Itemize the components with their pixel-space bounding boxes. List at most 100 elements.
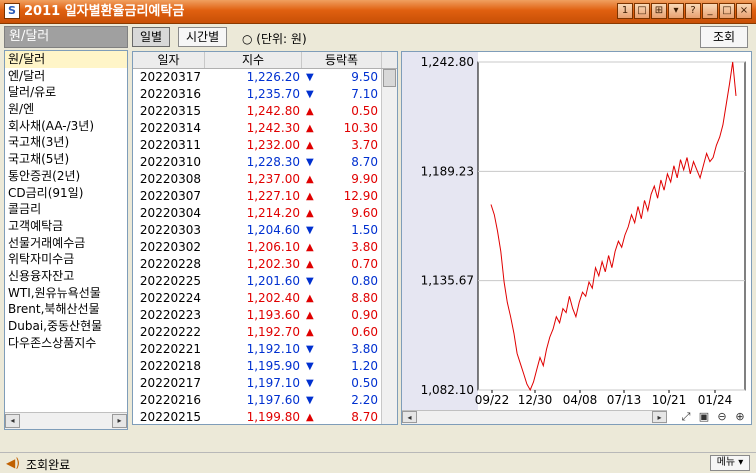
- save-icon[interactable]: ▣: [697, 411, 711, 423]
- category-item[interactable]: 다우존스상품지수: [5, 335, 127, 352]
- category-item[interactable]: 회사채(AA-/3년): [5, 118, 127, 135]
- cell-change: ▲ 10.30: [302, 120, 382, 137]
- category-item[interactable]: Brent,북해산선물: [5, 301, 127, 318]
- window-number-button[interactable]: 1: [617, 3, 633, 19]
- chart-scrollbar[interactable]: ◂ ▸: [402, 410, 667, 424]
- table-row[interactable]: 20220217 1,197.10 ▼ 0.50: [133, 375, 397, 392]
- cell-date: 20220310: [139, 155, 201, 169]
- table-row[interactable]: 20220310 1,228.30 ▼ 8.70: [133, 154, 397, 171]
- change-value: 10.30: [343, 121, 378, 135]
- cell-change: ▲ 0.50: [302, 103, 382, 120]
- down-triangle-icon: ▼: [306, 157, 314, 168]
- up-triangle-icon: ▲: [306, 208, 314, 219]
- table-row[interactable]: 20220215 1,199.80 ▲ 8.70: [133, 409, 397, 424]
- category-item[interactable]: 원/엔: [5, 101, 127, 118]
- up-triangle-icon: ▲: [306, 174, 314, 185]
- table-row[interactable]: 20220225 1,201.60 ▼ 0.80: [133, 273, 397, 290]
- table-row[interactable]: 20220218 1,195.90 ▼ 1.20: [133, 358, 397, 375]
- expand-icon[interactable]: ⤢: [679, 411, 693, 423]
- table-row[interactable]: 20220224 1,202.40 ▲ 8.80: [133, 290, 397, 307]
- status-text: 조회완료: [26, 458, 71, 472]
- category-item[interactable]: 고객예탁금: [5, 218, 127, 235]
- tab-daily[interactable]: 일별: [132, 27, 171, 47]
- table-row[interactable]: 20220315 1,242.80 ▲ 0.50: [133, 103, 397, 120]
- cell-index: 1,232.00: [246, 138, 300, 152]
- maximize-icon[interactable]: □: [719, 3, 735, 19]
- zoom-out-icon[interactable]: ⊖: [715, 411, 729, 423]
- minimize-icon[interactable]: _: [702, 3, 718, 19]
- x-tick-label: 09/22: [475, 393, 510, 407]
- options-icon[interactable]: ▾: [668, 3, 684, 19]
- cell-date: 20220307: [139, 189, 201, 203]
- tab-hourly[interactable]: 시간별: [178, 27, 228, 47]
- header-index[interactable]: 지수: [205, 52, 302, 68]
- table-row[interactable]: 20220303 1,204.60 ▼ 1.50: [133, 222, 397, 239]
- cell-change: ▼ 2.20: [302, 392, 382, 409]
- category-item[interactable]: CD금리(91일): [5, 185, 127, 202]
- category-item[interactable]: 국고채(5년): [5, 151, 127, 168]
- scrollbar-thumb[interactable]: [383, 69, 396, 87]
- table-row[interactable]: 20220221 1,192.10 ▼ 3.80: [133, 341, 397, 358]
- change-value: 9.50: [351, 70, 378, 84]
- line-chart: 1,242.80 1,189.23 1,135.67 1,082.1009/22 12/…: [402, 52, 746, 410]
- category-item[interactable]: 원/달러: [5, 51, 127, 68]
- down-triangle-icon: ▼: [306, 378, 314, 389]
- up-triangle-icon: ▲: [306, 242, 314, 253]
- category-header[interactable]: 원/달러: [4, 26, 128, 48]
- scroll-right-arrow-icon[interactable]: ▸: [652, 411, 667, 423]
- category-item[interactable]: 선물거래예수금: [5, 235, 127, 252]
- scroll-left-arrow-icon[interactable]: ◂: [5, 414, 20, 428]
- table-scrollbar[interactable]: [381, 69, 397, 424]
- table-row[interactable]: 20220314 1,242.30 ▲ 10.30: [133, 120, 397, 137]
- cell-date: 20220215: [139, 410, 201, 424]
- category-item[interactable]: Dubai,중동산현물: [5, 318, 127, 335]
- header-date[interactable]: 일자: [133, 52, 205, 68]
- category-item[interactable]: 콜금리: [5, 201, 127, 218]
- y-tick-label: 1,135.67: [421, 274, 474, 288]
- table-row[interactable]: 20220302 1,206.10 ▲ 3.80: [133, 239, 397, 256]
- table-row[interactable]: 20220304 1,214.20 ▲ 9.60: [133, 205, 397, 222]
- change-value: 0.80: [351, 274, 378, 288]
- menu-button[interactable]: 메뉴 ▾: [710, 455, 750, 471]
- category-item[interactable]: 엔/달러: [5, 68, 127, 85]
- category-item[interactable]: 달러/유로: [5, 84, 127, 101]
- table-row[interactable]: 20220222 1,192.70 ▲ 0.60: [133, 324, 397, 341]
- table-row[interactable]: 20220223 1,193.60 ▲ 0.90: [133, 307, 397, 324]
- table-row[interactable]: 20220216 1,197.60 ▼ 2.20: [133, 392, 397, 409]
- pin-icon[interactable]: ⊞: [651, 3, 667, 19]
- x-tick-label: 12/30: [518, 393, 553, 407]
- y-tick-label: 1,189.23: [421, 164, 474, 178]
- cell-change: ▼ 9.50: [302, 69, 382, 86]
- category-item[interactable]: 위탁자미수금: [5, 251, 127, 268]
- y-axis-panel: [402, 52, 478, 410]
- table-row[interactable]: 20220317 1,226.20 ▼ 9.50: [133, 69, 397, 86]
- category-scrollbar[interactable]: ◂ ▸: [5, 412, 127, 429]
- zoom-in-icon[interactable]: ⊕: [733, 411, 747, 423]
- category-item[interactable]: 통안증권(2년): [5, 168, 127, 185]
- category-item[interactable]: 신용융자잔고: [5, 268, 127, 285]
- table-row[interactable]: 20220311 1,232.00 ▲ 3.70: [133, 137, 397, 154]
- up-triangle-icon: ▲: [306, 106, 314, 117]
- help-icon[interactable]: ?: [685, 3, 701, 19]
- link-icon[interactable]: □: [634, 3, 650, 19]
- table-row[interactable]: 20220308 1,237.00 ▲ 9.90: [133, 171, 397, 188]
- cell-change: ▼ 1.50: [302, 222, 382, 239]
- scroll-left-arrow-icon[interactable]: ◂: [402, 411, 417, 423]
- cell-change: ▲ 8.70: [302, 409, 382, 424]
- query-button[interactable]: 조회: [700, 26, 748, 48]
- table-row[interactable]: 20220307 1,227.10 ▲ 12.90: [133, 188, 397, 205]
- app-icon: S: [4, 3, 20, 19]
- cell-index: 1,228.30: [246, 155, 300, 169]
- close-icon[interactable]: ×: [736, 3, 752, 19]
- scroll-right-arrow-icon[interactable]: ▸: [112, 414, 127, 428]
- up-triangle-icon: ▲: [306, 191, 314, 202]
- category-item[interactable]: 국고채(3년): [5, 134, 127, 151]
- category-item[interactable]: WTI,원유뉴욕선물: [5, 285, 127, 302]
- table-body: 20220317 1,226.20 ▼ 9.50 20220316 1,235.70 ▼ 7.…: [133, 69, 397, 424]
- x-tick-label: 04/08: [563, 393, 598, 407]
- table-row[interactable]: 20220228 1,202.30 ▲ 0.70: [133, 256, 397, 273]
- header-change[interactable]: 등락폭: [302, 52, 382, 68]
- cell-index: 1,197.60: [246, 393, 300, 407]
- x-tick-label: 10/21: [652, 393, 687, 407]
- table-row[interactable]: 20220316 1,235.70 ▼ 7.10: [133, 86, 397, 103]
